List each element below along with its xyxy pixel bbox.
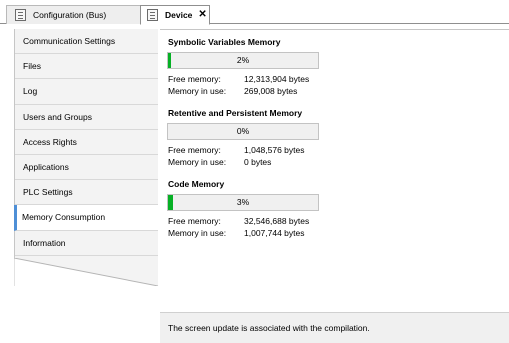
progress-label: 0% [236, 126, 250, 136]
document-icon [147, 9, 158, 21]
free-memory-label: Free memory: [168, 145, 221, 155]
nav-item-communication-settings[interactable]: Communication Settings [15, 29, 158, 55]
nav-item-log[interactable]: Log [15, 79, 158, 105]
editor-tab-bar: Configuration (Bus) Device ✕ [0, 0, 509, 25]
device-settings-nav: Communication Settings Files Log Users a… [14, 29, 158, 258]
nav-item-users-and-groups[interactable]: Users and Groups [15, 104, 158, 130]
used-memory-row: Memory in use: 269,008 bytes [168, 86, 297, 96]
document-icon [15, 9, 26, 21]
status-text: The screen update is associated with the… [168, 323, 370, 333]
used-memory-row: Memory in use: 0 bytes [168, 157, 271, 167]
close-icon[interactable]: ✕ [198, 10, 206, 20]
used-memory-row: Memory in use: 1,007,744 bytes [168, 228, 305, 238]
progress-bar-code: 3% [167, 194, 319, 211]
used-memory-value: 269,008 bytes [244, 86, 298, 96]
progress-bar-symbolic: 2% [167, 52, 319, 69]
used-memory-label: Memory in use: [168, 228, 227, 238]
progress-bar-retentive: 0% [167, 123, 319, 140]
free-memory-value: 32,546,688 bytes [244, 216, 310, 226]
nav-tail-shape [14, 258, 159, 286]
free-memory-label: Free memory: [168, 216, 221, 226]
section-title-code: Code Memory [168, 179, 225, 189]
tab-configuration-bus[interactable]: Configuration (Bus) [6, 5, 142, 24]
free-memory-row: Free memory: 32,546,688 bytes [168, 216, 309, 226]
nav-item-plc-settings[interactable]: PLC Settings [15, 180, 158, 206]
nav-item-applications[interactable]: Applications [15, 154, 158, 181]
progress-label: 3% [236, 197, 250, 207]
nav-item-memory-consumption[interactable]: Memory Consumption [14, 205, 158, 231]
free-memory-value: 12,313,904 bytes [244, 74, 310, 84]
tab-device[interactable]: Device ✕ [140, 5, 210, 25]
used-memory-label: Memory in use: [168, 86, 227, 96]
free-memory-value: 1,048,576 bytes [244, 145, 305, 155]
nav-item-information[interactable]: Information [15, 230, 158, 256]
tab-label: Configuration (Bus) [33, 10, 107, 20]
free-memory-row: Free memory: 1,048,576 bytes [168, 145, 305, 155]
free-memory-row: Free memory: 12,313,904 bytes [168, 74, 309, 84]
section-title-symbolic: Symbolic Variables Memory [168, 37, 281, 47]
used-memory-label: Memory in use: [168, 157, 227, 167]
free-memory-label: Free memory: [168, 74, 221, 84]
used-memory-value: 0 bytes [244, 157, 272, 167]
section-title-retentive: Retentive and Persistent Memory [168, 108, 303, 118]
memory-consumption-panel: Symbolic Variables Memory 2% Free memory… [160, 29, 509, 343]
tab-label: Device [165, 10, 193, 20]
nav-item-access-rights[interactable]: Access Rights [15, 129, 158, 155]
nav-item-files[interactable]: Files [15, 54, 158, 80]
status-message: The screen update is associated with the… [160, 312, 509, 343]
used-memory-value: 1,007,744 bytes [244, 228, 305, 238]
progress-label: 2% [236, 55, 250, 65]
